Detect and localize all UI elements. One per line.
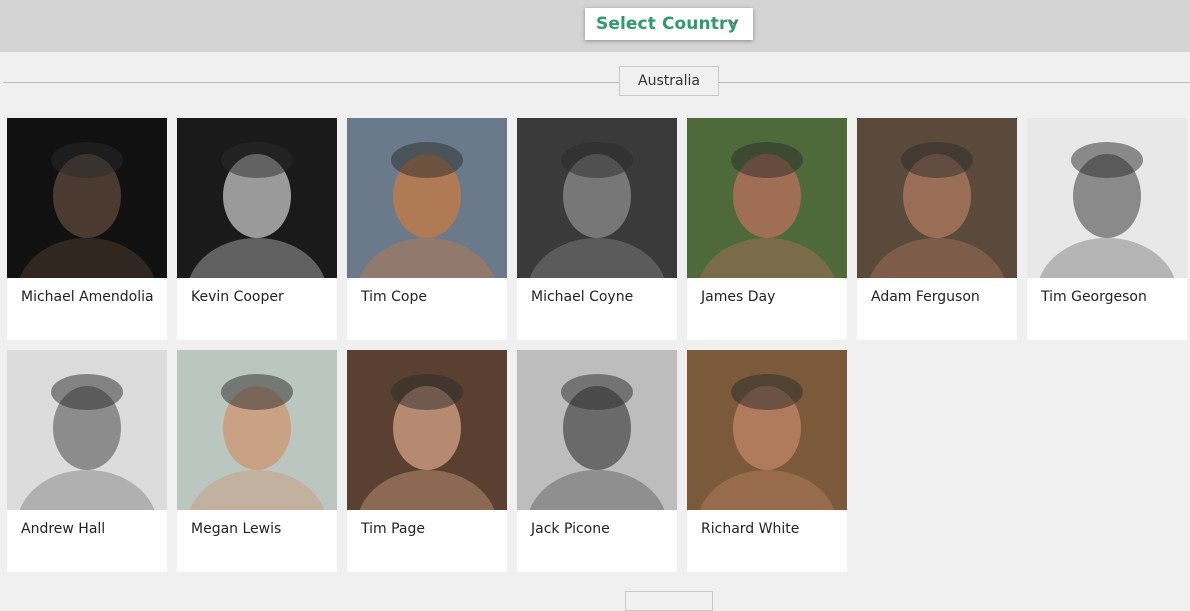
photographer-name: James Day: [701, 289, 776, 305]
photographer-photo: [857, 118, 1017, 278]
photographer-name: Adam Ferguson: [871, 289, 980, 305]
section-divider: [3, 82, 1190, 83]
photographer-name: Jack Picone: [531, 521, 610, 537]
photographer-card[interactable]: Adam Ferguson: [857, 118, 1017, 340]
photographer-card[interactable]: Jack Picone: [517, 350, 677, 572]
photographer-card[interactable]: Michael Coyne: [517, 118, 677, 340]
photographer-card[interactable]: Michael Amendolia: [7, 118, 167, 340]
photographer-photo: [347, 350, 507, 510]
photographer-name: Tim Georgeson: [1041, 289, 1147, 305]
next-section-tab: [625, 591, 713, 611]
photographer-photo: [517, 350, 677, 510]
photographer-card[interactable]: Tim Cope: [347, 118, 507, 340]
photographer-card[interactable]: Andrew Hall: [7, 350, 167, 572]
photographer-name: Tim Page: [361, 521, 425, 537]
photographer-name: Megan Lewis: [191, 521, 282, 537]
photographer-photo: [7, 118, 167, 278]
country-select-dropdown[interactable]: Select Country: [585, 8, 753, 40]
photographer-photo: [347, 118, 507, 278]
photographer-card[interactable]: James Day: [687, 118, 847, 340]
photographer-card[interactable]: Megan Lewis: [177, 350, 337, 572]
photographer-name: Andrew Hall: [21, 521, 106, 537]
photographer-card[interactable]: Richard White: [687, 350, 847, 572]
photographer-name: Richard White: [701, 521, 800, 537]
chevron-down-icon: [729, 19, 739, 25]
photographer-name: Michael Amendolia: [21, 289, 154, 305]
photographer-name: Michael Coyne: [531, 289, 634, 305]
section-title-australia: Australia: [619, 66, 719, 96]
photographer-card[interactable]: Tim Page: [347, 350, 507, 572]
photographer-photo: [177, 350, 337, 510]
photographer-photo: [687, 350, 847, 510]
photographer-card[interactable]: Kevin Cooper: [177, 118, 337, 340]
photographer-photo: [7, 350, 167, 510]
country-select-label: Select Country: [596, 14, 739, 34]
photographer-photo: [1027, 118, 1187, 278]
photographer-name: Kevin Cooper: [191, 289, 284, 305]
photographer-card[interactable]: Tim Georgeson: [1027, 118, 1187, 340]
photographer-photo: [517, 118, 677, 278]
photographer-name: Tim Cope: [361, 289, 427, 305]
photographer-photo: [687, 118, 847, 278]
top-bar: Select Country: [0, 0, 1190, 52]
photographer-photo: [177, 118, 337, 278]
